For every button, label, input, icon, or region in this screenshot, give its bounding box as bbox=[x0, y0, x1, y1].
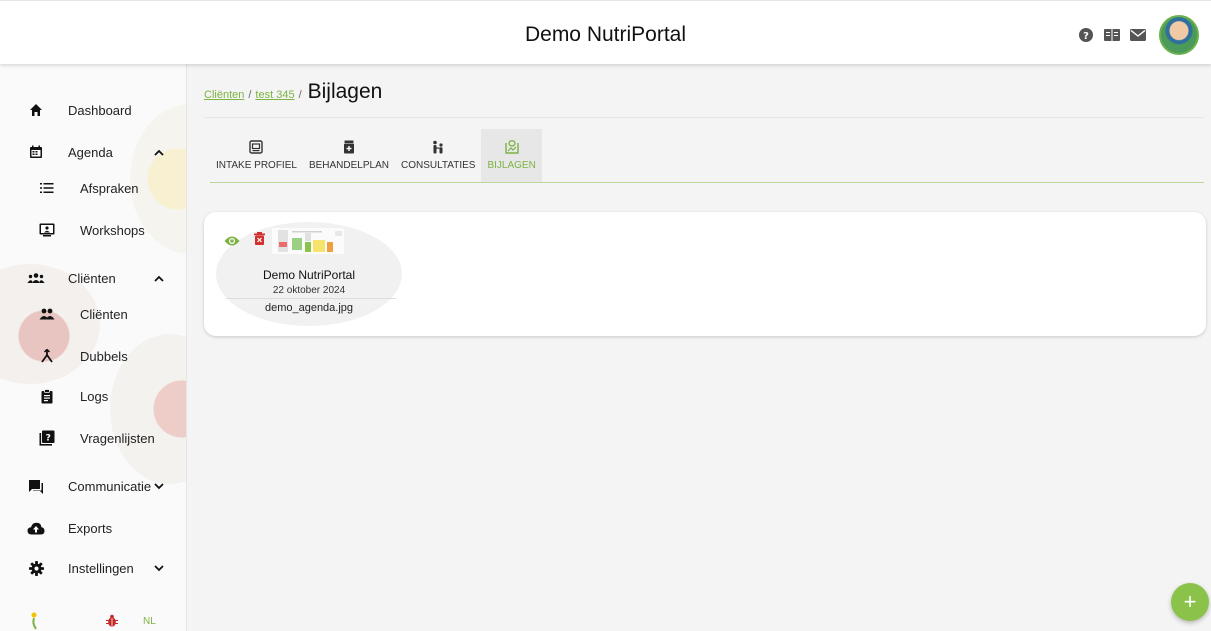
attachment-date: 22 oktober 2024 bbox=[272, 285, 346, 296]
chevron-down-icon bbox=[152, 561, 166, 575]
tab-intake-profiel[interactable]: INTAKE PROFIEL bbox=[210, 129, 303, 182]
merge-icon bbox=[37, 346, 57, 366]
sidebar-item-label: Dubbels bbox=[80, 348, 128, 364]
delete-icon[interactable] bbox=[254, 232, 266, 246]
consult-icon bbox=[431, 140, 445, 154]
attachment-thumbnail[interactable] bbox=[272, 228, 344, 254]
sidebar-item-logs[interactable]: Logs bbox=[0, 384, 186, 408]
help-icon[interactable]: ? bbox=[1077, 26, 1095, 44]
eye-icon[interactable] bbox=[224, 234, 240, 248]
gear-icon bbox=[26, 558, 46, 578]
add-button[interactable]: + bbox=[1171, 583, 1209, 621]
sidebar-item-communicatie[interactable]: Communicatie bbox=[0, 474, 186, 498]
user-avatar[interactable] bbox=[1159, 15, 1199, 55]
sidebar-item-clienten-group[interactable]: Cliënten bbox=[0, 266, 186, 290]
tab-label: BIJLAGEN bbox=[487, 160, 536, 171]
people-icon bbox=[37, 304, 57, 324]
breadcrumb: Cliënten / test 345 / Bijlagen bbox=[204, 80, 382, 104]
sidebar-item-label: Afspraken bbox=[80, 180, 139, 196]
tab-label: INTAKE PROFIEL bbox=[216, 160, 297, 171]
calendar-icon bbox=[26, 142, 46, 162]
tab-label: CONSULTATIES bbox=[400, 160, 476, 171]
home-icon bbox=[26, 100, 46, 120]
sidebar-footer: NL bbox=[0, 612, 186, 631]
sidebar-item-label: Agenda bbox=[68, 144, 113, 160]
tab-behandelplan[interactable]: BEHANDELPLAN bbox=[303, 129, 395, 182]
sidebar-item-clienten[interactable]: Cliënten bbox=[0, 302, 186, 326]
sidebar-item-vragenlijsten[interactable]: ? Vragenlijsten bbox=[0, 426, 186, 450]
profile-icon bbox=[249, 140, 264, 154]
chat-icon bbox=[26, 476, 46, 496]
list-icon bbox=[37, 178, 57, 198]
app-title: Demo NutriPortal bbox=[524, 23, 687, 46]
bug-icon[interactable] bbox=[106, 614, 118, 631]
sidebar-item-afspraken[interactable]: Afspraken bbox=[0, 176, 186, 200]
tab-consultaties[interactable]: CONSULTATIES bbox=[395, 129, 481, 182]
book-icon[interactable] bbox=[1103, 26, 1121, 44]
chevron-up-icon bbox=[152, 271, 166, 285]
sidebar-item-label: Logs bbox=[80, 388, 109, 404]
breadcrumb-separator: / bbox=[298, 89, 302, 101]
tabs-underline bbox=[210, 182, 1204, 183]
breadcrumb-separator: / bbox=[248, 89, 252, 101]
header-actions: ? bbox=[1069, 15, 1199, 55]
presentation-icon bbox=[37, 220, 57, 240]
sidebar-item-label: Instellingen bbox=[68, 560, 134, 576]
sidebar-item-dashboard[interactable]: Dashboard bbox=[0, 98, 186, 122]
cloud-upload-icon bbox=[26, 518, 46, 538]
sidebar-item-label: Communicatie bbox=[68, 478, 152, 494]
attachment-title: Demo NutriPortal bbox=[262, 268, 356, 282]
page-title: Bijlagen bbox=[307, 80, 383, 103]
attachment-filename: demo_agenda.jpg bbox=[264, 302, 354, 314]
sidebar-item-label: Vragenlijsten bbox=[80, 430, 155, 446]
sidebar-item-label: Cliënten bbox=[68, 270, 116, 286]
svg-text:?: ? bbox=[1083, 31, 1089, 42]
tab-label: BEHANDELPLAN bbox=[308, 160, 389, 171]
main-content: Cliënten / test 345 / Bijlagen INTAKE PR… bbox=[188, 64, 1211, 631]
sidebar-item-label: Cliënten bbox=[80, 306, 128, 322]
sidebar-item-exports[interactable]: Exports bbox=[0, 516, 186, 540]
sidebar-item-instellingen[interactable]: Instellingen bbox=[0, 556, 186, 580]
language-selector[interactable]: NL bbox=[143, 616, 156, 627]
sidebar-item-label: Dashboard bbox=[68, 102, 132, 118]
chevron-down-icon bbox=[152, 479, 166, 493]
sidebar-item-agenda[interactable]: Agenda bbox=[0, 140, 186, 164]
sidebar-item-label: Exports bbox=[68, 520, 113, 536]
quiz-icon: ? bbox=[37, 428, 57, 448]
pill-jar-icon bbox=[342, 140, 356, 154]
attachment-item[interactable]: Demo NutriPortal 22 oktober 2024 demo_ag… bbox=[216, 222, 402, 326]
tab-bijlagen[interactable]: BIJLAGEN bbox=[481, 129, 542, 182]
svg-text:?: ? bbox=[46, 434, 51, 444]
divider bbox=[226, 298, 396, 299]
divider bbox=[204, 117, 1204, 118]
chevron-up-icon bbox=[152, 145, 166, 159]
clipboard-icon bbox=[37, 386, 57, 406]
sidebar-item-dubbels[interactable]: Dubbels bbox=[0, 344, 186, 368]
attachments-card: Demo NutriPortal 22 oktober 2024 demo_ag… bbox=[204, 212, 1206, 336]
breadcrumb-link-clienten[interactable]: Cliënten bbox=[204, 89, 244, 101]
top-bar: Demo NutriPortal ? bbox=[0, 0, 1211, 64]
sidebar: Dashboard Agenda Afspraken Workshops Cli… bbox=[0, 64, 187, 631]
mail-icon[interactable] bbox=[1129, 26, 1147, 44]
sidebar-item-workshops[interactable]: Workshops bbox=[0, 218, 186, 242]
logo-icon bbox=[30, 612, 42, 631]
sidebar-item-label: Workshops bbox=[80, 222, 145, 238]
group-icon bbox=[26, 268, 46, 288]
breadcrumb-link-client[interactable]: test 345 bbox=[255, 89, 294, 101]
client-tabs: INTAKE PROFIEL BEHANDELPLAN CONSULTATIES… bbox=[210, 129, 542, 183]
attachment-icon bbox=[504, 140, 519, 154]
